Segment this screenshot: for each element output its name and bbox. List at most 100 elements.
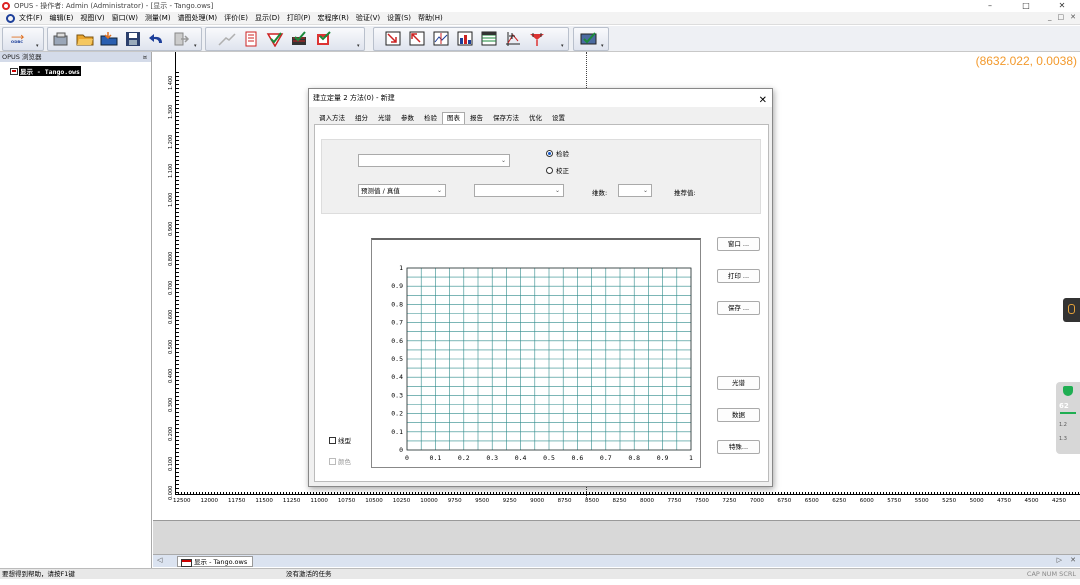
plot-type-select[interactable]: 预测值 / 真值 ⌄ <box>358 184 446 197</box>
y-tick-label: 0.9 <box>391 282 403 290</box>
tab-scroll-right-button[interactable]: ▷ <box>1057 556 1062 564</box>
menu-validation[interactable]: 验证(V) <box>356 13 380 23</box>
component-select[interactable]: ⌄ <box>358 154 510 167</box>
quant-button[interactable] <box>290 31 308 47</box>
x-tick-label: 0.3 <box>486 454 498 462</box>
spectrum-button[interactable]: 光谱 <box>717 376 760 390</box>
menu-display[interactable]: 显示(D) <box>255 13 280 23</box>
tab-optimize[interactable]: 优化 <box>524 112 547 124</box>
tab-report[interactable]: 报告 <box>465 112 488 124</box>
prediction-plot-frame[interactable]: 0 0.1 0.2 0.3 0.4 0.5 0.6 0.7 0.8 0.9 1 0 0.1 0.2 0.3 0… <box>371 238 701 468</box>
menu-manipulate[interactable]: 谱图处理(M) <box>178 13 218 23</box>
report-button[interactable] <box>242 31 260 47</box>
tab-parameters[interactable]: 参数 <box>396 112 419 124</box>
load-file-button[interactable] <box>52 31 70 47</box>
inspect-button[interactable] <box>580 31 598 47</box>
print-button[interactable]: 打印 ... <box>717 269 760 283</box>
spectrum-x-tick: 10500 <box>365 498 383 504</box>
save-plot-button[interactable]: 保存 ... <box>717 301 760 315</box>
mdi-minimize-button[interactable]: _ <box>1048 13 1052 21</box>
tab-setup[interactable]: 设置 <box>547 112 570 124</box>
hand-icon <box>1068 304 1075 314</box>
tab-spectra[interactable]: 光谱 <box>373 112 396 124</box>
side-assistant-tab[interactable] <box>1063 298 1080 322</box>
dialog-title-bar: 建立定量 2 方法(0) - 新建 ✕ <box>309 89 772 107</box>
validate-check-icon <box>266 32 284 48</box>
save-button[interactable] <box>124 31 142 47</box>
spectrum-y-tick: 0.700 <box>168 280 174 295</box>
x-tick-label: 0 <box>405 454 409 462</box>
special-button[interactable]: 特殊... <box>717 440 760 454</box>
tab-close-button[interactable]: ✕ <box>1070 556 1076 564</box>
prediction-vs-true-chart: 0 0.1 0.2 0.3 0.4 0.5 0.6 0.7 0.8 0.9 1 0 0.1 0.2 0.3 0… <box>391 264 693 462</box>
save-folder-button[interactable] <box>100 31 118 47</box>
scale-y-button[interactable] <box>432 31 450 47</box>
menu-edit[interactable]: 编辑(E) <box>50 13 74 23</box>
y-tick-label: 0.2 <box>391 410 403 418</box>
network-monitor-widget[interactable]: 62 1.2 1.3 <box>1056 382 1080 454</box>
spectrum-y-tick: 0.300 <box>168 397 174 413</box>
menu-measure[interactable]: 测量(M) <box>145 13 171 23</box>
radio-validation[interactable]: 检验 <box>546 148 569 158</box>
peak-marker-button[interactable] <box>528 31 546 47</box>
line-checkbox-label: 线型 <box>338 437 351 445</box>
window-button[interactable]: 窗口 ... <box>717 237 760 251</box>
tab-scroll-left-button[interactable]: ◁ <box>157 556 162 564</box>
mdi-close-button[interactable]: ✕ <box>1070 13 1076 21</box>
tab-save-method[interactable]: 保存方法 <box>488 112 524 124</box>
tab-validation[interactable]: 检验 <box>419 112 442 124</box>
peak-pick-button[interactable] <box>218 31 236 47</box>
radio-calibration[interactable]: 校正 <box>546 165 569 175</box>
pin-icon[interactable]: ¤ <box>143 52 147 62</box>
dialog-close-button[interactable]: ✕ <box>759 92 767 110</box>
data-button[interactable]: 数据 <box>717 408 760 422</box>
menu-view[interactable]: 视图(V) <box>80 13 104 23</box>
zoom-out-icon <box>409 31 425 46</box>
menu-help[interactable]: 帮助(H) <box>418 13 443 23</box>
dimensions-select[interactable]: ⌄ <box>618 184 652 197</box>
display-window-icon <box>10 67 18 75</box>
spectrum-x-tick: 4500 <box>1024 498 1039 504</box>
table-view-button[interactable] <box>480 31 498 47</box>
menu-bar: 文件(F) 编辑(E) 视图(V) 窗口(W) 测量(M) 谱图处理(M) 评价… <box>0 12 1080 25</box>
browser-tree-item[interactable]: 显示 - Tango.ows <box>10 66 81 76</box>
app-menu-icon[interactable] <box>6 13 15 23</box>
overview-strip[interactable] <box>153 520 1080 554</box>
zoom-out-button[interactable] <box>408 31 426 47</box>
unload-button[interactable] <box>172 31 190 47</box>
spectrum-y-tick: 0.400 <box>168 368 174 383</box>
odbc-button[interactable]: ODBC <box>9 31 37 47</box>
mdi-restore-button[interactable]: □ <box>1058 13 1065 21</box>
secondary-select[interactable]: ⌄ <box>474 184 564 197</box>
maximize-button[interactable]: □ <box>1008 0 1044 12</box>
dimensions-label: 维数: <box>592 189 608 197</box>
upload-speed: 1.2 <box>1059 422 1067 428</box>
menu-file[interactable]: 文件(F) <box>19 13 43 23</box>
spectrum-x-tick: 8750 <box>557 498 572 504</box>
menu-setup[interactable]: 设置(S) <box>387 13 411 23</box>
radio-validation-label: 检验 <box>556 150 569 158</box>
minimize-button[interactable]: – <box>972 0 1008 12</box>
close-window-button[interactable]: ✕ <box>1044 0 1080 12</box>
window-title: OPUS - 操作者: Admin (Administrator) - [显示 … <box>14 2 214 10</box>
scale-all-button[interactable] <box>456 31 474 47</box>
tab-components[interactable]: 组分 <box>350 112 373 124</box>
menu-window[interactable]: 窗口(W) <box>112 13 138 23</box>
validate-button[interactable] <box>266 31 284 48</box>
menu-macro[interactable]: 宏程序(R) <box>318 13 349 23</box>
tab-graph[interactable]: 图表 <box>442 112 465 124</box>
line-checkbox[interactable]: 线型 <box>329 435 351 445</box>
menu-print[interactable]: 打印(P) <box>287 13 311 23</box>
open-folder-button[interactable] <box>76 31 94 47</box>
tab-load-method[interactable]: 调入方法 <box>314 112 350 124</box>
opus-logo-icon <box>2 2 10 10</box>
undo-button[interactable] <box>148 31 166 47</box>
tab-display-tango[interactable]: 显示 - Tango.ows <box>177 556 254 567</box>
build-quant2-method-dialog: 建立定量 2 方法(0) - 新建 ✕ 调入方法 组分 光谱 参数 检验 图表 … <box>308 88 773 487</box>
spectrum-x-tick: 6250 <box>832 498 847 504</box>
zoom-in-button[interactable] <box>384 31 402 47</box>
menu-evaluate[interactable]: 评价(E) <box>224 13 248 23</box>
crosshair-button[interactable] <box>504 31 522 47</box>
opus-browser-panel: OPUS 浏览器 ¤ 显示 - Tango.ows <box>0 52 152 568</box>
ident-button[interactable] <box>314 31 332 47</box>
